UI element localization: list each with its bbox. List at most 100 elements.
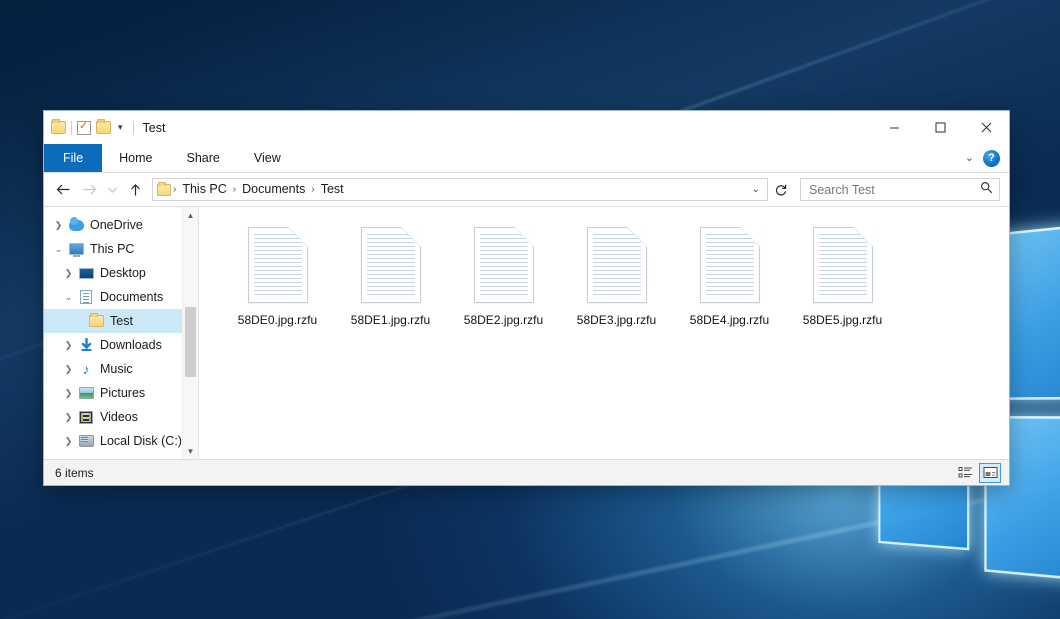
sidebar-item-this-pc[interactable]: ⌄ This PC	[44, 237, 198, 261]
close-button[interactable]	[963, 111, 1009, 144]
folder-icon	[87, 315, 105, 327]
scrollbar-track[interactable]	[183, 223, 198, 443]
sidebar-item-videos[interactable]: ❯ Videos	[44, 405, 198, 429]
scroll-down-icon[interactable]: ▼	[183, 443, 198, 459]
window-body: ❯ OneDrive ⌄ This PC ❯ Desktop ⌄	[44, 206, 1009, 459]
up-button[interactable]	[122, 177, 148, 203]
sidebar-item-label: Documents	[95, 290, 163, 304]
desktop-icon	[77, 268, 95, 279]
help-button[interactable]: ?	[983, 150, 1000, 167]
generic-document-icon	[587, 227, 647, 303]
refresh-button[interactable]	[768, 177, 794, 203]
document-fold	[288, 227, 308, 247]
file-item[interactable]: 58DE5.jpg.rzfu	[786, 225, 899, 347]
folder-icon[interactable]	[51, 121, 66, 134]
videos-icon	[77, 411, 95, 424]
properties-icon[interactable]	[77, 121, 91, 135]
back-button[interactable]	[50, 177, 76, 203]
folder-tree: ❯ OneDrive ⌄ This PC ❯ Desktop ⌄	[44, 207, 198, 453]
chevron-right-icon[interactable]: ❯	[60, 364, 77, 375]
generic-document-icon	[248, 227, 308, 303]
view-toggle-group	[954, 463, 1001, 483]
sidebar-item-local-disk[interactable]: ❯ Local Disk (C:)	[44, 429, 198, 453]
file-item[interactable]: 58DE0.jpg.rzfu	[221, 225, 334, 347]
chevron-right-icon[interactable]: ❯	[60, 436, 77, 447]
minimize-button[interactable]	[871, 111, 917, 144]
address-dropdown-icon[interactable]: ⌄	[745, 184, 767, 195]
file-item[interactable]: 58DE3.jpg.rzfu	[560, 225, 673, 347]
chevron-right-icon[interactable]: ❯	[50, 220, 67, 231]
folder-icon	[157, 184, 171, 196]
chevron-right-icon[interactable]: ❯	[60, 412, 77, 423]
search-input[interactable]: Search Test	[809, 183, 980, 197]
sidebar-item-pictures[interactable]: ❯ Pictures	[44, 381, 198, 405]
sidebar-item-label: Desktop	[95, 266, 146, 280]
forward-button[interactable]	[76, 177, 102, 203]
chevron-down-icon[interactable]: ⌄	[965, 153, 974, 164]
tab-view[interactable]: View	[237, 144, 298, 172]
generic-document-icon	[813, 227, 873, 303]
sidebar-item-test[interactable]: Test	[44, 309, 198, 333]
sidebar-item-label: Local Disk (C:)	[95, 434, 182, 448]
file-name: 58DE0.jpg.rzfu	[238, 313, 317, 327]
file-item[interactable]: 58DE4.jpg.rzfu	[673, 225, 786, 347]
file-name: 58DE4.jpg.rzfu	[690, 313, 769, 327]
chevron-down-icon[interactable]: ⌄	[50, 244, 67, 255]
search-box[interactable]: Search Test	[800, 178, 1000, 201]
onedrive-icon	[67, 220, 85, 231]
customize-quick-access-icon[interactable]: ▾	[116, 123, 125, 132]
recent-locations-button[interactable]	[102, 177, 122, 203]
details-view-button[interactable]	[954, 463, 976, 483]
divider	[71, 121, 72, 135]
file-name: 58DE3.jpg.rzfu	[577, 313, 656, 327]
document-fold	[401, 227, 421, 247]
large-icons-view-button[interactable]	[979, 463, 1001, 483]
pictures-icon	[77, 387, 95, 399]
tab-file[interactable]: File	[44, 144, 102, 172]
address-bar[interactable]: › This PC › Documents › Test ⌄	[152, 178, 768, 201]
generic-document-icon	[361, 227, 421, 303]
breadcrumb-documents[interactable]: Documents	[238, 179, 309, 200]
tab-home[interactable]: Home	[102, 144, 169, 172]
document-fold	[514, 227, 534, 247]
ribbon-spacer	[298, 144, 965, 172]
generic-document-icon	[700, 227, 760, 303]
music-icon: ♪	[77, 362, 95, 376]
sidebar-scrollbar[interactable]: ▲ ▼	[182, 207, 198, 459]
tab-share[interactable]: Share	[170, 144, 237, 172]
sidebar-item-onedrive[interactable]: ❯ OneDrive	[44, 213, 198, 237]
file-list-view[interactable]: 58DE0.jpg.rzfu 58DE1.jpg.rzfu 58DE2.jpg.…	[199, 207, 1009, 459]
new-folder-icon[interactable]	[96, 121, 111, 134]
ribbon-right-controls: ⌄ ?	[965, 144, 1009, 172]
sidebar-item-music[interactable]: ❯ ♪ Music	[44, 357, 198, 381]
maximize-button[interactable]	[917, 111, 963, 144]
chevron-right-icon[interactable]: ❯	[60, 268, 77, 279]
window-controls	[871, 111, 1009, 144]
breadcrumb-separator: ›	[231, 184, 238, 195]
file-name: 58DE2.jpg.rzfu	[464, 313, 543, 327]
file-name: 58DE5.jpg.rzfu	[803, 313, 882, 327]
sidebar-item-downloads[interactable]: ❯ Downloads	[44, 333, 198, 357]
disk-icon	[77, 435, 95, 447]
navigation-pane: ❯ OneDrive ⌄ This PC ❯ Desktop ⌄	[44, 207, 199, 459]
downloads-icon	[77, 338, 95, 353]
document-fold	[627, 227, 647, 247]
breadcrumb-this-pc[interactable]: This PC	[178, 179, 230, 200]
status-bar: 6 items	[44, 459, 1009, 485]
window-title: Test	[133, 121, 166, 135]
chevron-right-icon[interactable]: ❯	[60, 340, 77, 351]
search-icon[interactable]	[980, 181, 993, 199]
file-item[interactable]: 58DE1.jpg.rzfu	[334, 225, 447, 347]
chevron-down-icon[interactable]: ⌄	[60, 292, 77, 303]
sidebar-item-label: Music	[95, 362, 133, 376]
scrollbar-thumb[interactable]	[185, 307, 196, 377]
file-item[interactable]: 58DE2.jpg.rzfu	[447, 225, 560, 347]
breadcrumb-test[interactable]: Test	[317, 179, 348, 200]
title-bar: ▾ Test	[44, 111, 1009, 144]
chevron-right-icon[interactable]: ❯	[60, 388, 77, 399]
scroll-up-icon[interactable]: ▲	[183, 207, 198, 223]
sidebar-item-desktop[interactable]: ❯ Desktop	[44, 261, 198, 285]
generic-document-icon	[474, 227, 534, 303]
sidebar-item-label: This PC	[85, 242, 134, 256]
sidebar-item-documents[interactable]: ⌄ Documents	[44, 285, 198, 309]
